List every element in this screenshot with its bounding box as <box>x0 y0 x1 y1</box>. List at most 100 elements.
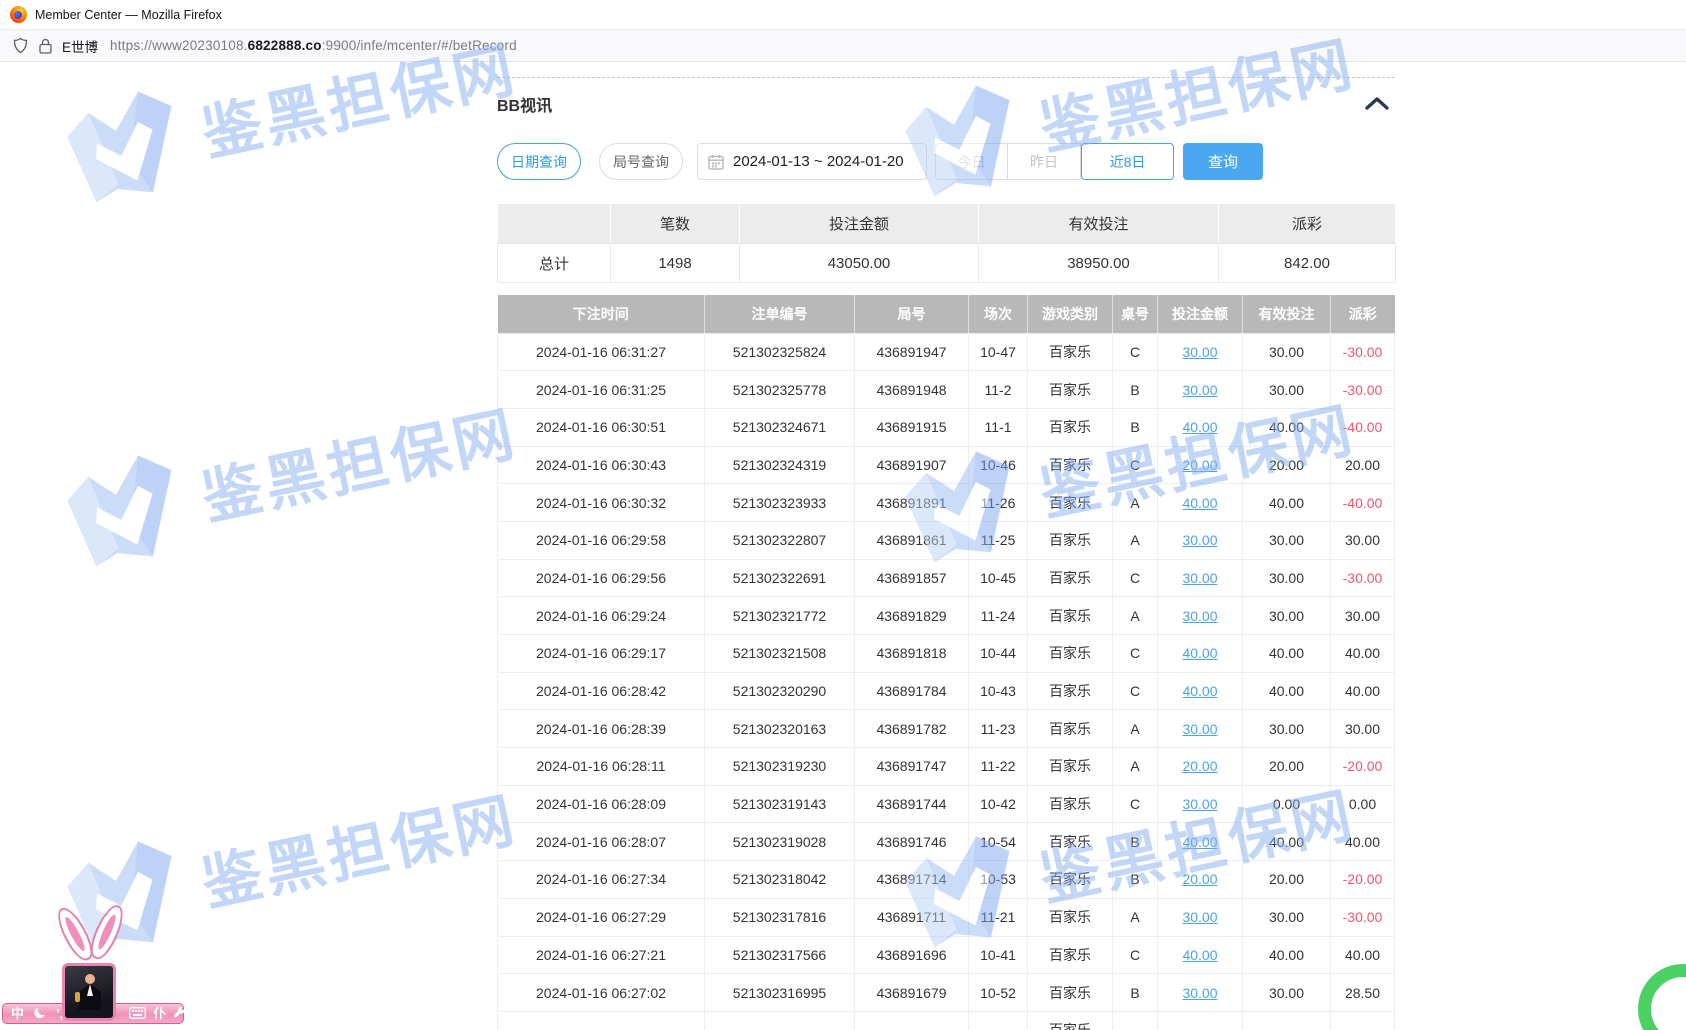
cell-valid-bet: 20.00 <box>1243 861 1331 899</box>
date-range-input[interactable]: 2024-01-13 ~ 2024-01-20 <box>697 143 927 180</box>
cell-session: 11-22 <box>969 748 1028 786</box>
ime-keyboard-icon[interactable] <box>129 1007 146 1021</box>
cell-session: 10-54 <box>969 823 1028 861</box>
cell-bet-amount: 40.00 <box>1158 408 1243 446</box>
cell-payout: 30.00 <box>1331 597 1395 635</box>
cell-bet-time: 2024-01-16 06:31:27 <box>498 333 705 371</box>
cell-table-no: B <box>1113 974 1158 1012</box>
watermark-logo-icon <box>56 82 193 210</box>
cell-order-no: 521302317816 <box>705 898 855 936</box>
cell-bet-amount: 30.00 <box>1158 371 1243 409</box>
bet-amount-link[interactable]: 40.00 <box>1182 645 1217 661</box>
bet-amount-link[interactable]: 30.00 <box>1182 532 1217 548</box>
cell-round-no: 436891746 <box>855 823 969 861</box>
ime-wrench-icon[interactable] <box>173 1006 186 1021</box>
cell-session: 10-52 <box>969 974 1028 1012</box>
bet-amount-link[interactable]: 40.00 <box>1182 947 1217 963</box>
watermark-text: 鉴黑担保网 <box>193 771 524 923</box>
bet-amount-link[interactable]: 40.00 <box>1182 419 1217 435</box>
cell-bet-time: 2024-01-16 06:30:51 <box>498 408 705 446</box>
bet-amount-link[interactable]: 30.00 <box>1182 909 1217 925</box>
last8days-button[interactable]: 近8日 <box>1081 143 1174 180</box>
today-button[interactable]: 今日 <box>935 143 1008 180</box>
cell-session: 10-45 <box>969 559 1028 597</box>
cell-table-no: C <box>1113 333 1158 371</box>
cell-bet-time: 2024-01-16 06:28:07 <box>498 823 705 861</box>
bet-amount-link[interactable]: 30.00 <box>1182 344 1217 360</box>
table-row: 2024-01-16 06:31:25521302325778436891948… <box>498 371 1395 409</box>
cell-table-no: C <box>1113 672 1158 710</box>
cell-table-no: B <box>1113 371 1158 409</box>
bet-amount-link[interactable]: 30.00 <box>1182 985 1217 1001</box>
cell-payout: -30.00 <box>1331 333 1395 371</box>
cell-bet-time: 2024-01-16 06:28:09 <box>498 785 705 823</box>
date-query-tab[interactable]: 日期查询 <box>497 143 581 180</box>
search-button[interactable]: 查询 <box>1183 143 1263 180</box>
cell-bet-time: 2024-01-16 06:27:29 <box>498 898 705 936</box>
bet-amount-link[interactable]: 20.00 <box>1182 758 1217 774</box>
summary-header-row: 笔数投注金额有效投注派彩 <box>498 204 1396 244</box>
summary-col-header: 派彩 <box>1219 204 1396 244</box>
bet-record-table: 下注时间注单编号局号场次游戏类别桌号投注金额有效投注派彩 2024-01-16 … <box>497 295 1395 1030</box>
bet-amount-link[interactable]: 20.00 <box>1182 871 1217 887</box>
lock-icon[interactable] <box>39 38 52 54</box>
url-domain: 6822888.co <box>248 38 322 53</box>
bet-amount-link[interactable]: 30.00 <box>1182 382 1217 398</box>
date-range-value: 2024-01-13 ~ 2024-01-20 <box>733 153 904 170</box>
bet-amount-link[interactable]: 30.00 <box>1182 721 1217 737</box>
cell-table-no: A <box>1113 484 1158 522</box>
cell-order-no: 521302322807 <box>705 521 855 559</box>
cell-table-no <box>1113 1011 1158 1030</box>
cell-round-no: 436891784 <box>855 672 969 710</box>
cell-round-no: 436891829 <box>855 597 969 635</box>
cell-bet-time: 2024-01-16 06:28:39 <box>498 710 705 748</box>
bet-amount-link[interactable]: 30.00 <box>1182 796 1217 812</box>
cell-round-no: 436891782 <box>855 710 969 748</box>
summary-cell: 38950.00 <box>979 244 1219 283</box>
bet-amount-link[interactable]: 40.00 <box>1182 834 1217 850</box>
address-bar[interactable]: E世博 https://www20230108.6822888.co:9900/… <box>0 30 1686 62</box>
cell-payout: 40.00 <box>1331 936 1395 974</box>
cell-order-no: 521302321772 <box>705 597 855 635</box>
cell-payout: -30.00 <box>1331 371 1395 409</box>
cell-table-no: B <box>1113 823 1158 861</box>
ime-toggle-icon[interactable]: 仆 <box>153 1007 166 1020</box>
watermark-logo-icon <box>894 76 1031 204</box>
cell-game-type: 百家乐 <box>1028 748 1113 786</box>
table-row: 2024-01-16 06:28:42521302320290436891784… <box>498 672 1395 710</box>
shield-icon[interactable] <box>12 37 29 54</box>
table-row: 2024-01-16 06:27:34521302318042436891714… <box>498 861 1395 899</box>
cell-order-no: 521302324671 <box>705 408 855 446</box>
bet-amount-link[interactable]: 30.00 <box>1182 570 1217 586</box>
bet-amount-link[interactable]: 20.00 <box>1182 457 1217 473</box>
cell-bet-time: 2024-01-16 06:29:58 <box>498 521 705 559</box>
table-row: 2024-01-16 06:27:21521302317566436891696… <box>498 936 1395 974</box>
cell-valid-bet: 40.00 <box>1243 823 1331 861</box>
bet-col-header: 局号 <box>855 295 969 333</box>
url-text[interactable]: https://www20230108.6822888.co:9900/infe… <box>110 38 517 53</box>
customer-service-button[interactable] <box>1638 964 1686 1030</box>
collapse-section-button[interactable] <box>1364 96 1390 114</box>
bet-amount-link[interactable]: 40.00 <box>1182 683 1217 699</box>
round-query-tab[interactable]: 局号查询 <box>599 143 683 180</box>
cell-game-type: 百家乐 <box>1028 1011 1113 1030</box>
ime-language-toggle[interactable]: 中 <box>11 1007 24 1020</box>
table-row: 2024-01-16 06:27:02521302316995436891679… <box>498 974 1395 1012</box>
summary-col-header: 笔数 <box>611 204 740 244</box>
site-identity-label[interactable]: E世博 <box>62 36 98 56</box>
bet-amount-link[interactable]: 40.00 <box>1182 495 1217 511</box>
ime-moon-icon[interactable] <box>34 1006 47 1021</box>
cell-valid-bet <box>1243 1011 1331 1030</box>
cell-payout: -20.00 <box>1331 748 1395 786</box>
cell-game-type: 百家乐 <box>1028 371 1113 409</box>
cell-bet-time: 2024-01-16 06:29:24 <box>498 597 705 635</box>
summary-cell: 1498 <box>611 244 740 283</box>
ime-skin-photo[interactable] <box>62 963 116 1021</box>
cell-valid-bet: 20.00 <box>1243 446 1331 484</box>
summary-cell: 842.00 <box>1219 244 1396 283</box>
yesterday-button[interactable]: 昨日 <box>1008 143 1081 180</box>
cell-bet-amount: 30.00 <box>1158 785 1243 823</box>
cell-session: 11-25 <box>969 521 1028 559</box>
bet-amount-link[interactable]: 30.00 <box>1182 608 1217 624</box>
bet-col-header: 场次 <box>969 295 1028 333</box>
